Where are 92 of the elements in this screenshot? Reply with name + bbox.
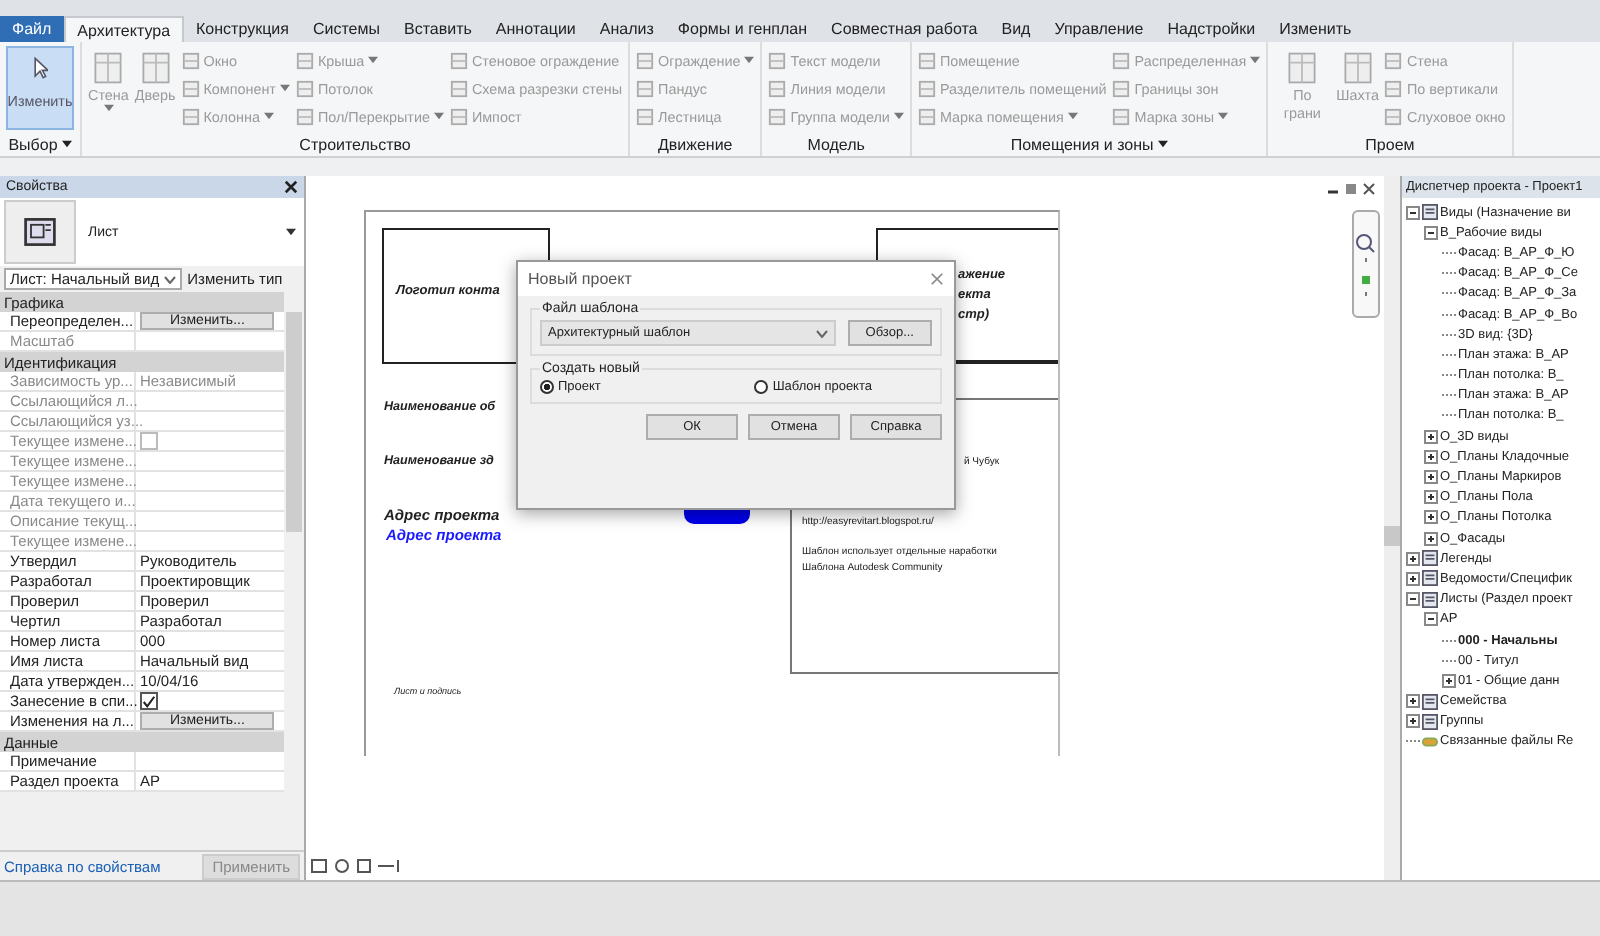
expand-toggle[interactable] <box>1424 531 1438 546</box>
ribbon-tab[interactable]: Вид <box>989 16 1043 42</box>
ribbon-tab[interactable]: Конструкция <box>184 16 301 42</box>
ribbon-tab[interactable]: Формы и генплан <box>665 16 820 42</box>
chevron-icon <box>163 275 176 283</box>
tool-icon <box>1339 50 1376 86</box>
tool-icon <box>768 51 787 69</box>
caret-icon <box>744 56 755 64</box>
window-controls[interactable] <box>1328 182 1376 198</box>
sheet-icon <box>22 214 58 250</box>
ribbon-tab[interactable]: Системы <box>300 16 392 42</box>
scrollbar[interactable] <box>1384 176 1400 880</box>
navigation-bar[interactable] <box>1352 210 1380 318</box>
ribbon-tab[interactable]: Изменить <box>1267 16 1364 42</box>
tool-icon <box>181 107 200 125</box>
caret-icon <box>368 56 379 64</box>
expand-toggle[interactable] <box>1424 449 1438 464</box>
caret-icon <box>1067 112 1078 120</box>
caret-icon <box>1218 112 1229 120</box>
category-icon <box>1422 591 1438 608</box>
tool-icon <box>181 51 200 69</box>
category-icon <box>1422 204 1438 221</box>
category-icon <box>1422 713 1438 730</box>
caret-icon <box>263 112 274 120</box>
tool-icon <box>917 51 936 69</box>
panel-title[interactable]: Проем <box>1365 135 1415 153</box>
expand-toggle[interactable] <box>1406 694 1420 709</box>
caret-icon[interactable] <box>286 228 296 236</box>
expand-toggle[interactable] <box>1424 429 1438 444</box>
ribbon-tab[interactable]: Аннотации <box>483 16 588 42</box>
tool-icon <box>768 107 787 125</box>
link-icon <box>1422 733 1438 750</box>
expand-toggle[interactable] <box>1406 551 1420 566</box>
tool-icon <box>636 79 655 97</box>
tool-icon <box>90 50 127 86</box>
tool-icon <box>449 51 468 69</box>
ribbon-tab[interactable]: Надстройки <box>1155 16 1268 42</box>
panel-title[interactable]: Выбор <box>8 135 72 153</box>
ribbon-tab[interactable]: Анализ <box>587 16 666 42</box>
panel-title[interactable]: Строительство <box>299 135 411 153</box>
tool-icon <box>1284 50 1321 86</box>
tool-icon <box>1384 79 1403 97</box>
chevron-icon <box>815 329 828 337</box>
expand-toggle[interactable] <box>1424 470 1438 485</box>
expand-toggle[interactable] <box>1406 571 1420 586</box>
tool-icon <box>1384 51 1403 69</box>
tool-icon <box>449 79 468 97</box>
expand-toggle[interactable] <box>1424 612 1438 627</box>
cursor-icon <box>32 56 48 80</box>
tool-icon <box>137 50 174 86</box>
ribbon-tab[interactable]: Вставить <box>391 16 484 42</box>
tool-icon <box>636 107 655 125</box>
tool-icon <box>295 107 314 125</box>
ribbon-tab[interactable]: Совместная работа <box>819 16 990 42</box>
caret-icon <box>279 84 290 92</box>
tool-icon <box>1384 107 1403 125</box>
tool-icon <box>1112 79 1131 97</box>
tool-icon <box>1112 51 1131 69</box>
tool-icon <box>917 79 936 97</box>
close-icon[interactable] <box>284 180 298 194</box>
expand-toggle[interactable] <box>1424 490 1438 505</box>
tool-icon <box>295 51 314 69</box>
tool-icon <box>295 79 314 97</box>
expand-toggle[interactable] <box>1442 673 1456 688</box>
expand-toggle[interactable] <box>1406 714 1420 729</box>
caret-icon <box>893 112 904 120</box>
category-icon <box>1422 693 1438 710</box>
tool-icon <box>1112 107 1131 125</box>
ribbon-tab[interactable]: Архитектура <box>63 16 185 42</box>
caret-icon <box>61 140 72 148</box>
ribbon-tab[interactable]: Управление <box>1042 16 1156 42</box>
tool-icon <box>768 79 787 97</box>
caret-icon <box>103 104 114 112</box>
checkbox[interactable] <box>140 692 158 710</box>
caret-icon <box>1157 140 1168 148</box>
caret-icon <box>1250 56 1261 64</box>
panel-title[interactable]: Модель <box>807 135 865 153</box>
tool-icon <box>917 107 936 125</box>
tool-icon <box>181 79 200 97</box>
panel-title[interactable]: Помещения и зоны <box>1010 135 1168 153</box>
ribbon-tab[interactable]: Файл <box>0 16 64 42</box>
tool-icon <box>636 51 655 69</box>
category-icon <box>1422 570 1438 587</box>
panel-title[interactable]: Движение <box>657 135 733 153</box>
expand-toggle[interactable] <box>1424 510 1438 525</box>
expand-toggle[interactable] <box>1424 225 1438 240</box>
expand-toggle[interactable] <box>1406 205 1420 220</box>
expand-toggle[interactable] <box>1406 592 1420 607</box>
dialog-title: Новый проект <box>528 270 632 288</box>
caret-icon <box>433 112 444 120</box>
tool-icon <box>449 107 468 125</box>
category-icon <box>1422 550 1438 567</box>
